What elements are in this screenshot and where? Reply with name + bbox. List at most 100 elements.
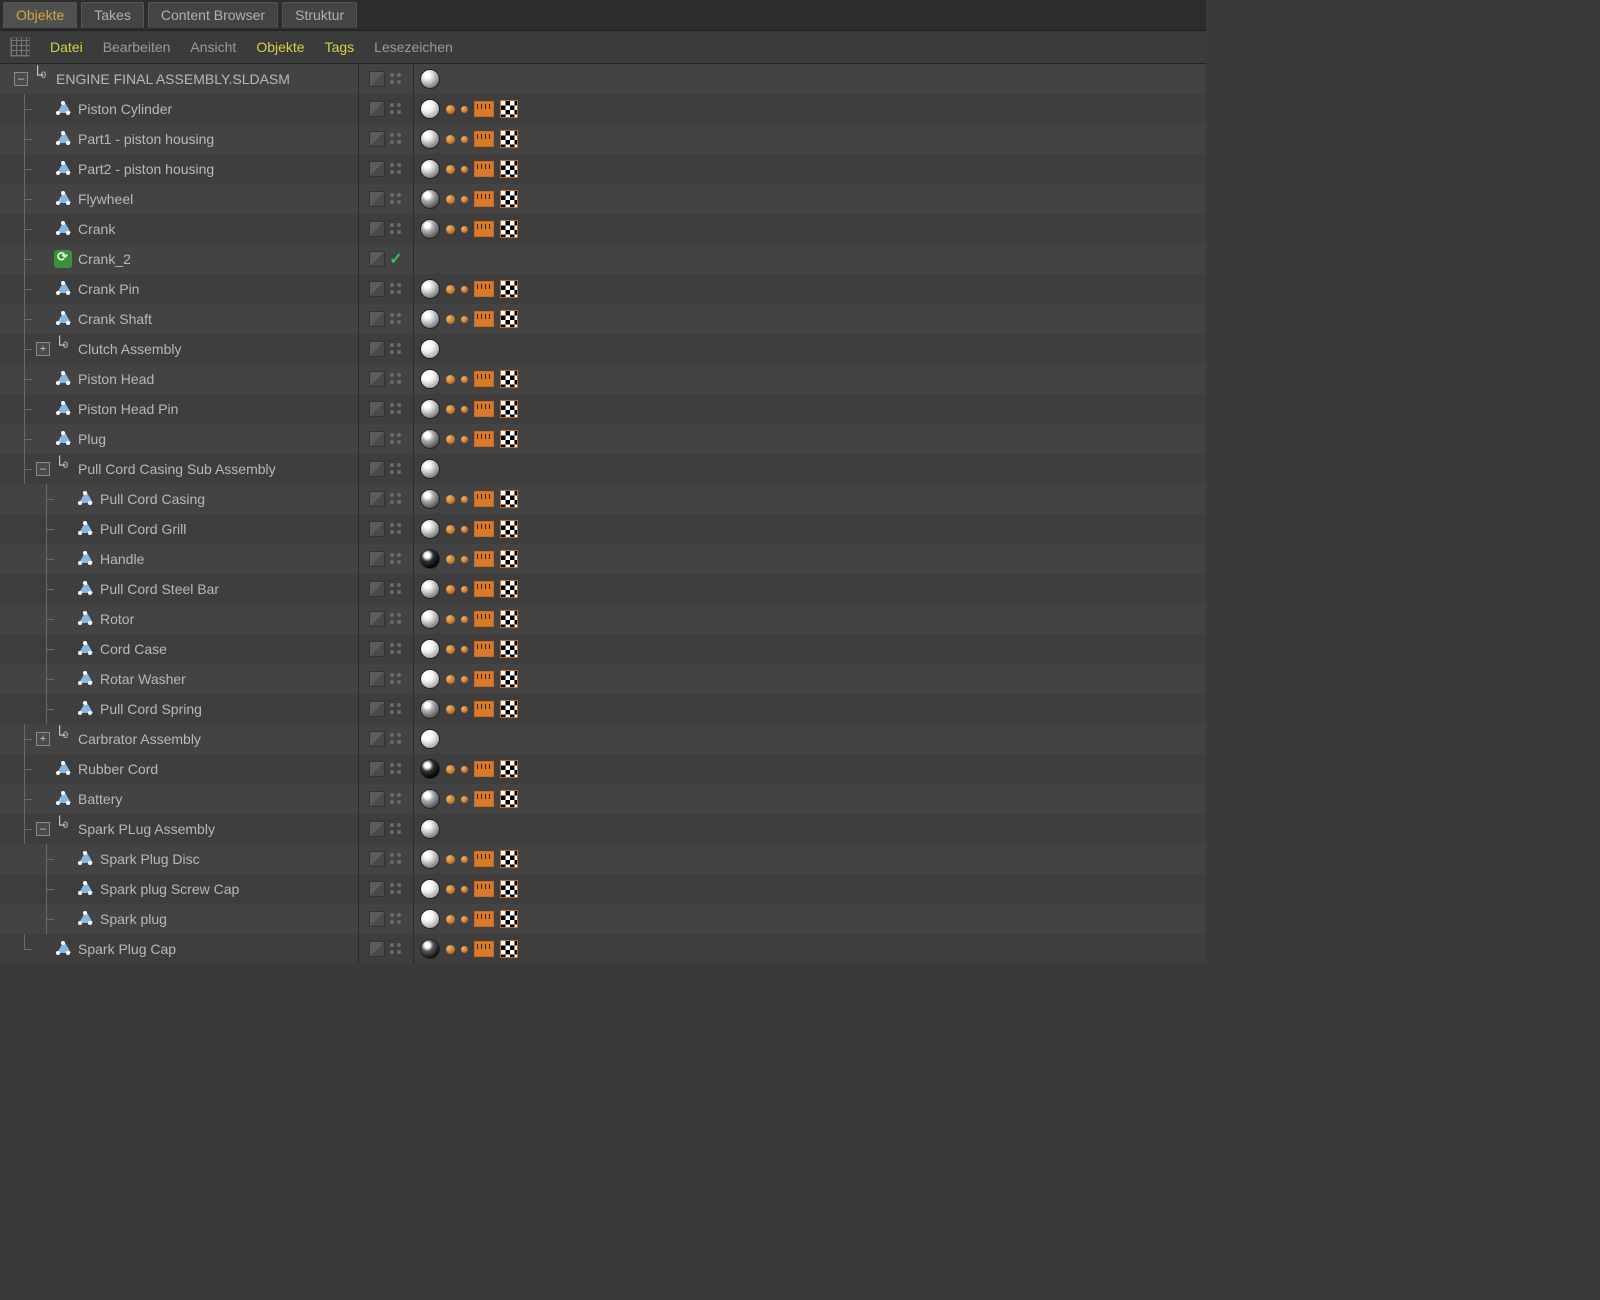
texture-tag-icon[interactable] xyxy=(474,311,494,327)
render-dots-icon[interactable] xyxy=(389,342,403,356)
object-name-label[interactable]: Crank_2 xyxy=(78,251,131,267)
material-tag-icon[interactable] xyxy=(420,99,440,119)
texture-tag-icon[interactable] xyxy=(474,131,494,147)
render-dots-icon[interactable] xyxy=(389,222,403,236)
panel-tab-takes[interactable]: Takes xyxy=(81,2,144,28)
object-name-label[interactable]: Cord Case xyxy=(100,641,167,657)
tree-row[interactable]: Rotor xyxy=(0,604,1206,634)
tree-row[interactable]: Part2 - piston housing xyxy=(0,154,1206,184)
texture-tag-icon[interactable] xyxy=(474,611,494,627)
material-tag-icon[interactable] xyxy=(420,309,440,329)
uvw-tag-icon[interactable] xyxy=(500,190,518,208)
panel-tab-struktur[interactable]: Struktur xyxy=(282,2,357,28)
uvw-tag-icon[interactable] xyxy=(500,760,518,778)
material-tag-icon[interactable] xyxy=(420,429,440,449)
uvw-tag-icon[interactable] xyxy=(500,850,518,868)
material-tag-icon[interactable] xyxy=(420,579,440,599)
tree-row[interactable]: Plug xyxy=(0,424,1206,454)
texture-tag-icon[interactable] xyxy=(474,851,494,867)
visibility-toggle-icon[interactable] xyxy=(369,671,385,687)
visibility-toggle-icon[interactable] xyxy=(369,341,385,357)
expand-icon[interactable]: + xyxy=(36,732,50,746)
object-name-label[interactable]: Flywheel xyxy=(78,191,133,207)
render-dots-icon[interactable] xyxy=(389,312,403,326)
object-name-label[interactable]: Rubber Cord xyxy=(78,761,158,777)
material-tag-icon[interactable] xyxy=(420,849,440,869)
collapse-icon[interactable]: – xyxy=(36,462,50,476)
view-options-icon[interactable] xyxy=(10,37,30,57)
tree-row[interactable]: Spark Plug Disc xyxy=(0,844,1206,874)
material-tag-icon[interactable] xyxy=(420,879,440,899)
tree-row[interactable]: Spark Plug Cap xyxy=(0,934,1206,964)
object-name-label[interactable]: Crank Pin xyxy=(78,281,139,297)
material-tag-icon[interactable] xyxy=(420,699,440,719)
collapse-icon[interactable]: – xyxy=(14,72,28,86)
uvw-tag-icon[interactable] xyxy=(500,940,518,958)
phong-tag-icon[interactable] xyxy=(446,849,468,869)
material-tag-icon[interactable] xyxy=(420,669,440,689)
texture-tag-icon[interactable] xyxy=(474,791,494,807)
menu-datei[interactable]: Datei xyxy=(50,39,83,55)
visibility-toggle-icon[interactable] xyxy=(369,851,385,867)
menu-lesezeichen[interactable]: Lesezeichen xyxy=(374,39,453,55)
object-name-label[interactable]: Pull Cord Casing xyxy=(100,491,205,507)
render-dots-icon[interactable] xyxy=(389,612,403,626)
tree-row[interactable]: Crank Pin xyxy=(0,274,1206,304)
visibility-toggle-icon[interactable] xyxy=(369,281,385,297)
texture-tag-icon[interactable] xyxy=(474,581,494,597)
render-dots-icon[interactable] xyxy=(389,822,403,836)
tree-row[interactable]: Piston Head xyxy=(0,364,1206,394)
material-tag-icon[interactable] xyxy=(420,639,440,659)
texture-tag-icon[interactable] xyxy=(474,221,494,237)
texture-tag-icon[interactable] xyxy=(474,761,494,777)
tree-row[interactable]: –0Spark PLug Assembly xyxy=(0,814,1206,844)
visibility-toggle-icon[interactable] xyxy=(369,881,385,897)
render-dots-icon[interactable] xyxy=(389,792,403,806)
tree-row[interactable]: +0Clutch Assembly xyxy=(0,334,1206,364)
object-name-label[interactable]: Part1 - piston housing xyxy=(78,131,214,147)
menu-ansicht[interactable]: Ansicht xyxy=(190,39,236,55)
texture-tag-icon[interactable] xyxy=(474,941,494,957)
checkmark-icon[interactable]: ✓ xyxy=(389,249,402,269)
render-dots-icon[interactable] xyxy=(389,702,403,716)
render-dots-icon[interactable] xyxy=(389,762,403,776)
object-name-label[interactable]: Handle xyxy=(100,551,144,567)
visibility-toggle-icon[interactable] xyxy=(369,521,385,537)
texture-tag-icon[interactable] xyxy=(474,641,494,657)
phong-tag-icon[interactable] xyxy=(446,669,468,689)
material-tag-icon[interactable] xyxy=(420,489,440,509)
phong-tag-icon[interactable] xyxy=(446,579,468,599)
uvw-tag-icon[interactable] xyxy=(500,100,518,118)
uvw-tag-icon[interactable] xyxy=(500,610,518,628)
render-dots-icon[interactable] xyxy=(389,882,403,896)
object-name-label[interactable]: Pull Cord Grill xyxy=(100,521,186,537)
tree-row[interactable]: +0Carbrator Assembly xyxy=(0,724,1206,754)
phong-tag-icon[interactable] xyxy=(446,489,468,509)
render-dots-icon[interactable] xyxy=(389,372,403,386)
visibility-toggle-icon[interactable] xyxy=(369,761,385,777)
visibility-toggle-icon[interactable] xyxy=(369,551,385,567)
material-tag-icon[interactable] xyxy=(420,789,440,809)
uvw-tag-icon[interactable] xyxy=(500,640,518,658)
tree-row[interactable]: Crank Shaft xyxy=(0,304,1206,334)
visibility-toggle-icon[interactable] xyxy=(369,431,385,447)
tree-row[interactable]: Pull Cord Grill xyxy=(0,514,1206,544)
render-dots-icon[interactable] xyxy=(389,672,403,686)
uvw-tag-icon[interactable] xyxy=(500,280,518,298)
texture-tag-icon[interactable] xyxy=(474,491,494,507)
texture-tag-icon[interactable] xyxy=(474,191,494,207)
tree-row[interactable]: Cord Case xyxy=(0,634,1206,664)
material-tag-icon[interactable] xyxy=(420,129,440,149)
tree-row[interactable]: Pull Cord Casing xyxy=(0,484,1206,514)
object-name-label[interactable]: Part2 - piston housing xyxy=(78,161,214,177)
visibility-toggle-icon[interactable] xyxy=(369,731,385,747)
phong-tag-icon[interactable] xyxy=(446,519,468,539)
render-dots-icon[interactable] xyxy=(389,642,403,656)
object-name-label[interactable]: Rotor xyxy=(100,611,134,627)
phong-tag-icon[interactable] xyxy=(446,759,468,779)
object-name-label[interactable]: Spark plug Screw Cap xyxy=(100,881,239,897)
object-name-label[interactable]: Spark Plug Cap xyxy=(78,941,176,957)
uvw-tag-icon[interactable] xyxy=(500,880,518,898)
uvw-tag-icon[interactable] xyxy=(500,370,518,388)
object-name-label[interactable]: ENGINE FINAL ASSEMBLY.SLDASM xyxy=(56,71,290,87)
